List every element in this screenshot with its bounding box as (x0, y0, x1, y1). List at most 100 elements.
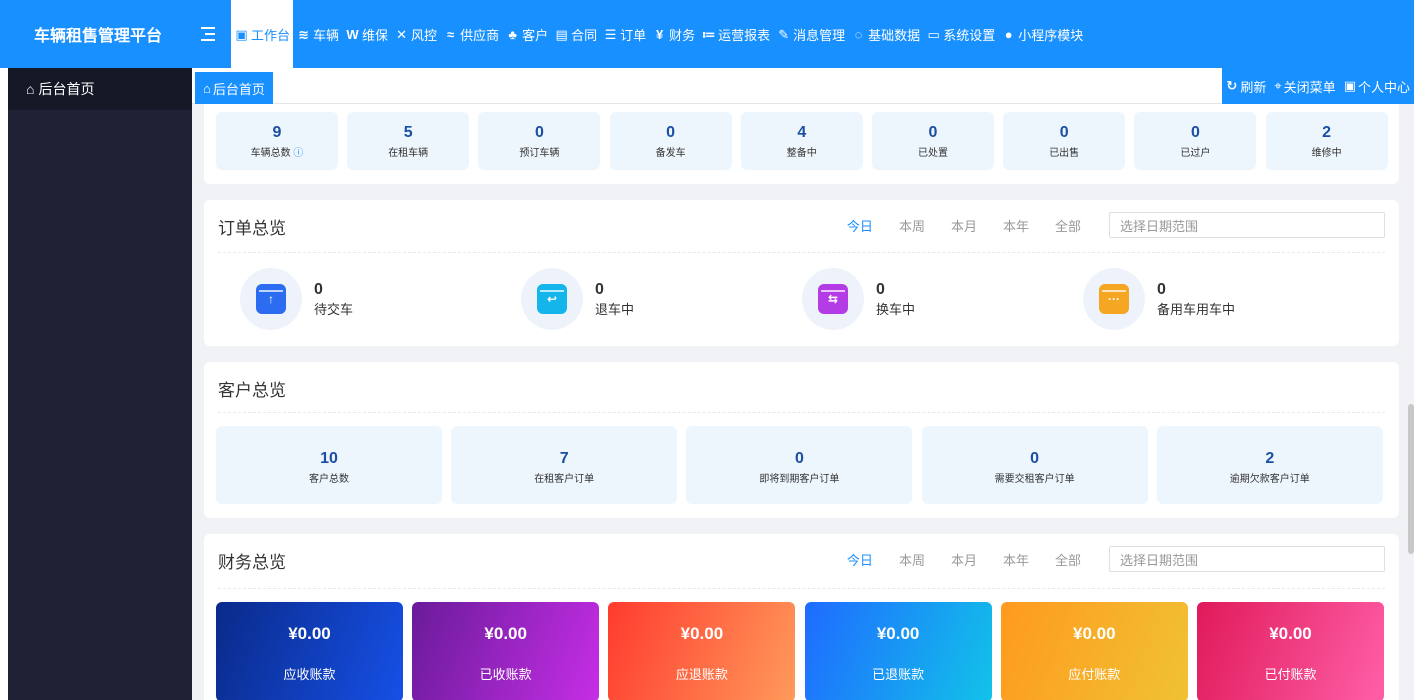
finance-value: ¥0.00 (680, 624, 724, 643)
order-status-2[interactable]: ⇆ 0 换车中 (802, 268, 915, 330)
left-edge (0, 68, 8, 700)
vehicle-stat-0[interactable]: 9 车辆总数 ⓘ (216, 112, 338, 170)
customer-stat-0[interactable]: 10 客户总数 (216, 426, 442, 504)
stat-value: 4 (797, 124, 807, 141)
bullet-list-icon: ≔ (701, 26, 716, 42)
layers-icon: ≋ (298, 26, 309, 42)
topnav-item-10[interactable]: ✎ 消息管理 (773, 0, 848, 68)
finance_overview-filter-0[interactable]: 今日 (847, 550, 873, 569)
stat-value: 10 (320, 450, 338, 467)
order-status-1[interactable]: ↩ 0 退车中 (521, 268, 634, 330)
vehicle-stat-3[interactable]: 0 备发车 (609, 112, 732, 170)
vehicle-stat-2[interactable]: 0 预订车辆 (478, 112, 601, 170)
topnav-item-8[interactable]: ¥ 财务 (649, 0, 698, 68)
order-status-text: 0 换车中 (876, 281, 915, 318)
finance-card-4[interactable]: ¥0.00 应付账款 (1000, 602, 1188, 700)
order_overview-filter-0[interactable]: 今日 (847, 216, 873, 235)
finance-card-1[interactable]: ¥0.00 已收账款 (412, 602, 600, 700)
vehicle-stat-5[interactable]: 0 已处置 (872, 112, 994, 170)
monitor-settings-icon: ▭ (927, 26, 940, 42)
order_overview-filter-3[interactable]: 本年 (1003, 216, 1029, 235)
stat-value: 2 (1322, 124, 1332, 141)
topnav-item-12[interactable]: ▭ 系统设置 (923, 0, 998, 68)
topnav-item-label: 订单 (620, 27, 647, 43)
topnav-item-0[interactable]: ▣ 工作台 (231, 0, 294, 68)
customer-stat-2[interactable]: 0 即将到期客户订单 (686, 426, 913, 504)
chat-icon: ● (1004, 26, 1013, 42)
topnav-item-5[interactable]: ♣ 客户 (502, 0, 551, 68)
topnav-item-3[interactable]: ✕ 风控 (391, 0, 440, 68)
sidebar: ⌂ 后台首页 (8, 68, 192, 700)
stat-label: 已过户 (1180, 148, 1211, 159)
topnav-item-13[interactable]: ● 小程序模块 (998, 0, 1086, 68)
topnav-item-2[interactable]: W 维保 (342, 0, 391, 68)
finance-card-3[interactable]: ¥0.00 已退账款 (804, 602, 992, 700)
finance_overview-filter-1[interactable]: 本周 (899, 550, 925, 569)
vehicle-stat-6[interactable]: 0 已出售 (1003, 112, 1126, 170)
finance-period-filters: 今日 本周 本月 本年 全部 选择日期范围 (821, 546, 1385, 572)
finance-card-2[interactable]: ¥0.00 应退账款 (608, 602, 796, 700)
page-scrollbar[interactable] (1408, 404, 1414, 554)
user-card-icon: ▣ (1343, 78, 1356, 93)
order-status-value: 0 (1157, 280, 1166, 298)
order_overview-filter-2[interactable]: 本月 (951, 216, 977, 235)
order-status-0[interactable]: ↑ 0 待交车 (240, 268, 353, 330)
order_overview-date-range-input[interactable]: 选择日期范围 (1109, 212, 1385, 238)
finance-label: 已付账款 (1264, 667, 1317, 682)
stat-label: 已出售 (1049, 148, 1080, 159)
refresh-label: 刷新 (1240, 79, 1267, 95)
profile-label: 个人中心 (1357, 79, 1410, 95)
order-status-label: 备用车用车中 (1157, 301, 1236, 317)
order-status-value: 0 (314, 280, 323, 298)
finance-card-0[interactable]: ¥0.00 应收账款 (216, 602, 403, 700)
topnav-item-9[interactable]: ≔ 运营报表 (698, 0, 773, 68)
menu-fold-icon[interactable] (201, 27, 223, 41)
tab-home[interactable]: ⌂ 后台首页 (195, 72, 273, 104)
vehicle-stat-7[interactable]: 0 已过户 (1134, 112, 1257, 170)
topnav-item-7[interactable]: ☰ 订单 (600, 0, 649, 68)
document-icon: ▤ (555, 26, 568, 42)
finance-label: 已收账款 (479, 667, 532, 682)
topnav-item-1[interactable]: ≋ 车辆 (293, 0, 342, 68)
info-icon[interactable]: ⓘ (291, 148, 303, 159)
order_overview-filter-4[interactable]: 全部 (1055, 216, 1081, 235)
topnav-item-6[interactable]: ▤ 合同 (551, 0, 600, 68)
finance_overview-filter-2[interactable]: 本月 (951, 550, 977, 569)
refresh-button[interactable]: ↻ 刷新 (1222, 77, 1270, 96)
finance-value: ¥0.00 (288, 624, 331, 643)
vehicle-stat-1[interactable]: 5 在租车辆 (347, 112, 470, 170)
close-menu-button[interactable]: ⌖ 关闭菜单 (1270, 77, 1339, 96)
topnav-item-11[interactable]: ◌ 基础数据 (848, 0, 923, 68)
users-icon: ♣ (508, 26, 517, 42)
finance-value: ¥0.00 (1269, 624, 1312, 643)
order-status-3[interactable]: ··· 0 备用车用车中 (1083, 268, 1235, 330)
finance-label: 应退账款 (675, 667, 728, 682)
finance_overview-filter-3[interactable]: 本年 (1003, 550, 1029, 569)
customer-stat-3[interactable]: 0 需要交租客户订单 (921, 426, 1148, 504)
vehicle-stat-8[interactable]: 2 维修中 (1265, 112, 1388, 170)
topnav-item-4[interactable]: ≈ 供应商 (440, 0, 502, 68)
finance-card-5[interactable]: ¥0.00 已付账款 (1197, 602, 1384, 700)
brand-title: 车辆租售管理平台 (34, 28, 163, 45)
finance_overview-filter-4[interactable]: 全部 (1055, 550, 1081, 569)
yen-coin-icon: ¥ (656, 26, 664, 42)
order-status-icon-bg: ↑ (240, 268, 302, 330)
order_overview-filter-1[interactable]: 本周 (899, 216, 925, 235)
order-status-label: 退车中 (595, 301, 635, 317)
finance-value: ¥0.00 (876, 624, 920, 643)
profile-button[interactable]: ▣ 个人中心 (1340, 77, 1414, 96)
sidebar-item-home[interactable]: ⌂ 后台首页 (8, 68, 192, 110)
finance-overview-card: 财务总览 今日 本周 本月 本年 全部 选择日期范围 ¥0.00 应收账款 ¥0.00 已收账款… (204, 534, 1399, 700)
topnav-item-label: 风控 (411, 27, 438, 43)
vehicle-stat-4[interactable]: 4 整备中 (740, 112, 863, 170)
customer-stat-4[interactable]: 2 逾期欠款客户订单 (1156, 426, 1383, 504)
stat-label: 已处置 (918, 148, 948, 159)
word-doc-icon: W (346, 26, 359, 42)
stat-label: 整备中 (786, 148, 817, 159)
topnav-item-label: 合同 (571, 27, 598, 43)
stat-value: 2 (1265, 450, 1275, 467)
close-menu-label: 关闭菜单 (1283, 79, 1336, 95)
customer-stat-1[interactable]: 7 在租客户订单 (451, 426, 678, 504)
list-icon: ☰ (604, 26, 617, 42)
finance_overview-date-range-input[interactable]: 选择日期范围 (1109, 546, 1385, 572)
